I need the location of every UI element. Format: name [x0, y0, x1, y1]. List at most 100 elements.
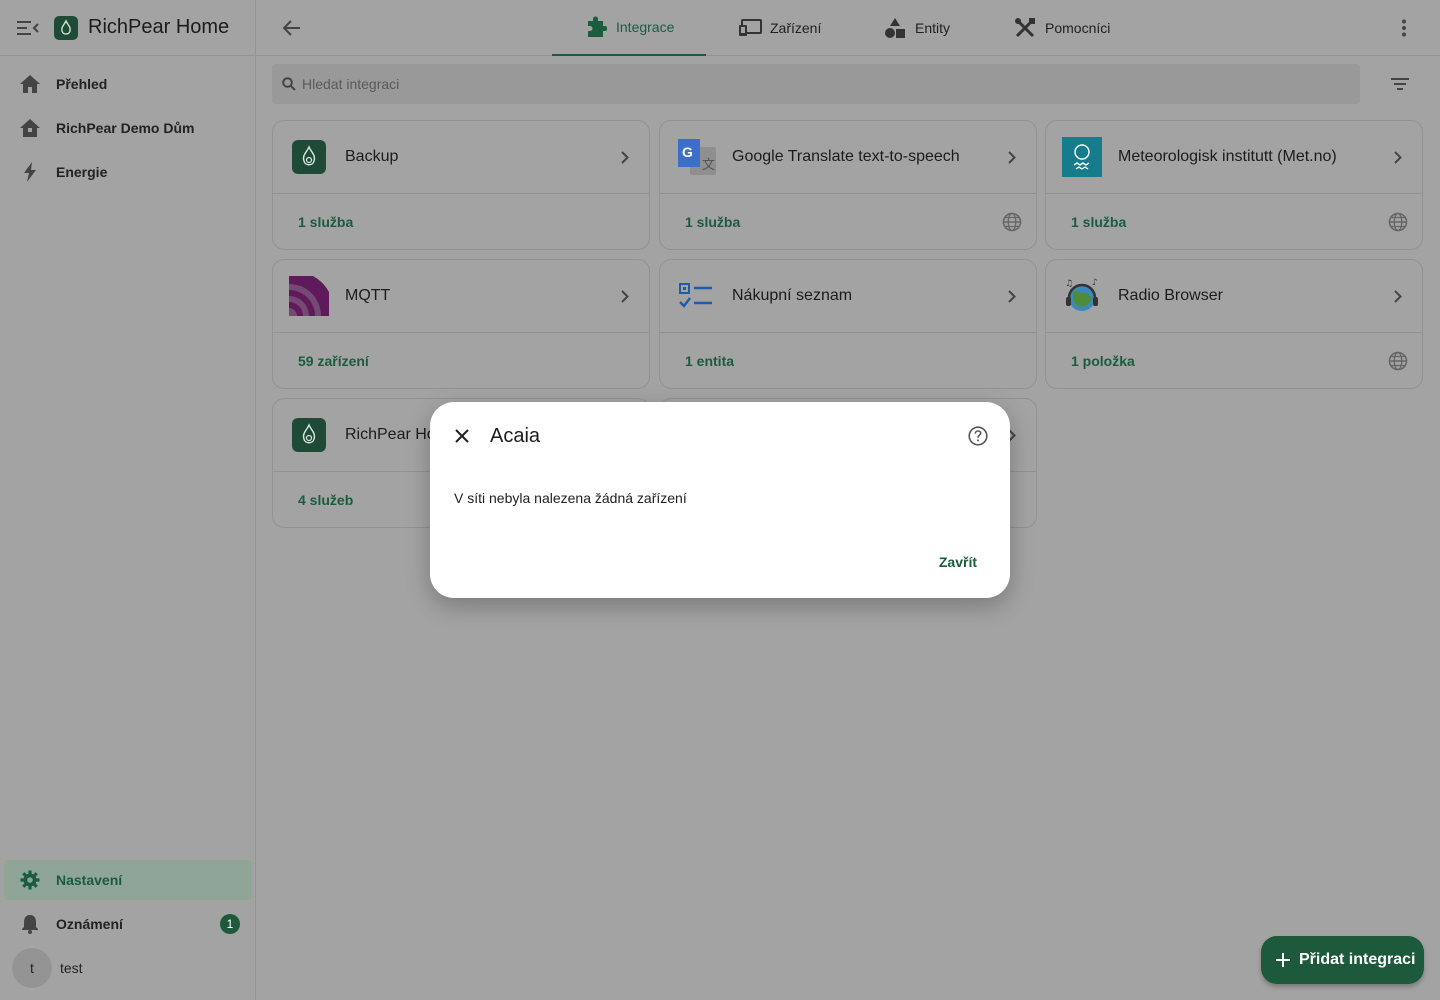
card-entities-link[interactable]: 1 entita	[685, 353, 734, 369]
sidebar-item-label: Oznámení	[56, 916, 123, 932]
card-title: Radio Browser	[1118, 287, 1223, 304]
card-header[interactable]: ♫ ♪ Radio Browser	[1046, 260, 1422, 333]
sidebar-item-prehled[interactable]: Přehled	[4, 64, 252, 104]
back-arrow-icon[interactable]	[280, 16, 304, 40]
search-bar	[272, 64, 1360, 104]
card-devices-link[interactable]: 59 zařízení	[298, 353, 369, 369]
card-items-link[interactable]: 1 položka	[1071, 353, 1135, 369]
close-icon[interactable]	[450, 424, 474, 448]
met-no-logo-icon	[1062, 137, 1102, 177]
integration-card-radio-browser[interactable]: ♫ ♪ Radio Browser 1 položka	[1045, 259, 1423, 389]
richpear-logo-icon	[292, 418, 326, 452]
tab-zarizeni[interactable]: Zařízení	[738, 0, 821, 56]
sidebar-item-nastaveni[interactable]: Nastavení	[4, 860, 252, 900]
discovery-dialog: Acaia V síti nebyla nalezena žádná zaříz…	[430, 402, 1010, 598]
more-vertical-icon[interactable]	[1392, 16, 1416, 40]
chevron-right-icon[interactable]	[613, 284, 637, 308]
tab-pomocnici[interactable]: Pomocníci	[1013, 0, 1110, 56]
checklist-icon	[676, 276, 716, 316]
sidebar-item-label: RichPear Demo Dům	[56, 120, 195, 136]
dialog-message: V síti nebyla nalezena žádná zařízení	[454, 490, 687, 506]
bell-icon	[18, 912, 42, 936]
sidebar-item-label: Energie	[56, 164, 108, 180]
svg-text:文: 文	[702, 157, 715, 172]
top-bar: Integrace Zařízení Entity Pomocníci	[256, 0, 1440, 56]
app-title: RichPear Home	[88, 16, 230, 38]
search-input[interactable]	[302, 76, 1202, 92]
tab-integrace[interactable]: Integrace	[552, 0, 706, 56]
sidebar-item-oznameni[interactable]: Oznámení 1	[4, 904, 252, 944]
sidebar-header: RichPear Home	[0, 0, 255, 56]
card-header[interactable]: MQTT	[273, 260, 649, 333]
card-footer: 1 entita	[660, 333, 1036, 388]
card-services-link[interactable]: 1 služba	[685, 214, 740, 230]
cloud-globe-icon	[1000, 210, 1024, 234]
integration-card-shopping-list[interactable]: Nákupní seznam 1 entita	[659, 259, 1037, 389]
card-header[interactable]: G文 Google Translate text-to-speech	[660, 121, 1036, 194]
tab-label: Pomocníci	[1045, 20, 1111, 36]
tab-entity[interactable]: Entity	[883, 0, 950, 56]
card-title: Google Translate text-to-speech	[732, 148, 960, 165]
dialog-title: Acaia	[490, 425, 541, 447]
shapes-icon	[883, 16, 907, 40]
plus-icon	[1273, 950, 1293, 970]
backup-logo-icon	[292, 140, 326, 174]
card-title: Nákupní seznam	[732, 287, 853, 304]
google-translate-logo-icon: G文	[676, 137, 716, 177]
sidebar: RichPear Home Přehled RichPear Demo Dům …	[0, 0, 256, 1000]
integration-card-mqtt[interactable]: MQTT 59 zařízení	[272, 259, 650, 389]
user-name: test	[60, 960, 83, 976]
filter-icon[interactable]	[1388, 72, 1412, 96]
card-header[interactable]: Backup	[273, 121, 649, 194]
close-dialog-button[interactable]: Zavřít	[930, 550, 986, 574]
sidebar-item-user[interactable]: t test	[4, 948, 252, 988]
help-icon[interactable]	[966, 424, 990, 448]
card-title: Backup	[345, 148, 399, 165]
card-title: MQTT	[345, 287, 391, 304]
card-title: RichPear Ho	[345, 426, 436, 443]
integration-card-met-no[interactable]: Meteorologisk institutt (Met.no) 1 služb…	[1045, 120, 1423, 250]
sidebar-item-label: Přehled	[56, 76, 108, 92]
sidebar-item-demo-dum[interactable]: RichPear Demo Dům	[4, 108, 252, 148]
home-icon	[18, 72, 42, 96]
card-footer: 1 služba	[273, 194, 649, 249]
lightning-icon	[18, 160, 42, 184]
tools-icon	[1013, 16, 1037, 40]
chevron-right-icon[interactable]	[1386, 284, 1410, 308]
search-icon	[282, 77, 296, 91]
card-services-link[interactable]: 1 služba	[298, 214, 353, 230]
chevron-right-icon[interactable]	[1000, 145, 1024, 169]
tab-label: Zařízení	[770, 20, 822, 36]
devices-icon	[738, 16, 762, 40]
sidebar-item-energie[interactable]: Energie	[4, 152, 252, 192]
integration-card-backup[interactable]: Backup 1 služba	[272, 120, 650, 250]
svg-text:♪: ♪	[1092, 278, 1098, 288]
cloud-globe-icon	[1386, 210, 1410, 234]
notification-badge: 1	[220, 914, 240, 934]
mqtt-logo-icon	[289, 276, 329, 316]
tab-label: Integrace	[616, 19, 675, 35]
sidebar-item-label: Nastavení	[56, 872, 123, 888]
chevron-right-icon[interactable]	[1000, 284, 1024, 308]
add-integration-button[interactable]: Přidat integraci	[1261, 936, 1424, 984]
card-services-link[interactable]: 4 služeb	[298, 492, 353, 508]
puzzle-icon	[584, 15, 608, 39]
card-footer: 1 položka	[1046, 333, 1422, 388]
card-header[interactable]: Nákupní seznam	[660, 260, 1036, 333]
chevron-right-icon[interactable]	[1386, 145, 1410, 169]
cloud-globe-icon	[1386, 349, 1410, 373]
card-footer: 1 služba	[1046, 194, 1422, 249]
svg-text:G: G	[682, 144, 693, 160]
svg-text:♫: ♫	[1065, 279, 1073, 289]
card-header[interactable]: Meteorologisk institutt (Met.no)	[1046, 121, 1422, 194]
card-services-link[interactable]: 1 služba	[1071, 214, 1126, 230]
card-footer: 1 služba	[660, 194, 1036, 249]
integration-card-google-translate[interactable]: G文 Google Translate text-to-speech 1 slu…	[659, 120, 1037, 250]
home-variant-icon	[18, 116, 42, 140]
card-title: Meteorologisk institutt (Met.no)	[1118, 148, 1337, 165]
gear-icon	[18, 868, 42, 892]
app-logo	[54, 15, 78, 40]
tab-label: Entity	[915, 20, 951, 36]
menu-collapse-icon[interactable]	[16, 16, 40, 40]
chevron-right-icon[interactable]	[613, 145, 637, 169]
